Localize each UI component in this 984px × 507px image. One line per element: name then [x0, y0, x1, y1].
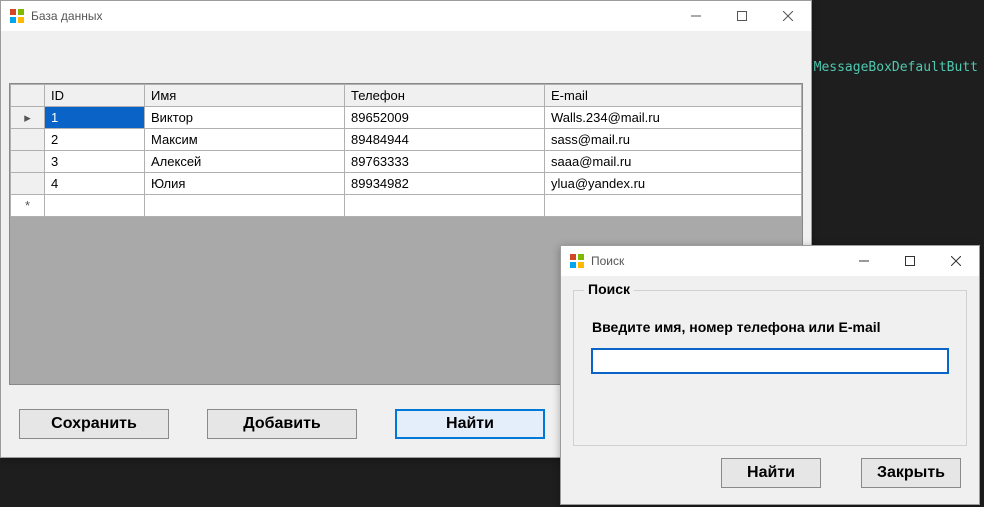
cell-email[interactable]: sass@mail.ru [545, 129, 802, 151]
cell-id[interactable]: 4 [45, 173, 145, 195]
close-button[interactable] [933, 246, 979, 276]
cell-empty[interactable] [545, 195, 802, 217]
row-header[interactable] [11, 129, 45, 151]
search-prompt: Введите имя, номер телефона или E-mail [592, 319, 881, 335]
minimize-button[interactable] [841, 246, 887, 276]
table-row[interactable]: 2Максим89484944sass@mail.ru [11, 129, 802, 151]
cell-name[interactable]: Максим [145, 129, 345, 151]
cell-phone[interactable]: 89652009 [345, 107, 545, 129]
row-header[interactable] [11, 151, 45, 173]
cell-phone[interactable]: 89934982 [345, 173, 545, 195]
cell-name[interactable]: Юлия [145, 173, 345, 195]
col-header-name[interactable]: Имя [145, 85, 345, 107]
cell-phone[interactable]: 89763333 [345, 151, 545, 173]
main-title: База данных [31, 9, 673, 23]
row-header[interactable] [11, 173, 45, 195]
table-row[interactable]: 4Юлия89934982ylua@yandex.ru [11, 173, 802, 195]
app-icon [9, 8, 25, 24]
cell-name[interactable]: Виктор [145, 107, 345, 129]
search-find-button[interactable]: Найти [721, 458, 821, 488]
cell-empty[interactable] [145, 195, 345, 217]
col-header-email[interactable]: E-mail [545, 85, 802, 107]
search-input[interactable] [592, 349, 948, 373]
main-buttons-row: Сохранить Добавить Найти [19, 409, 545, 439]
datagrid[interactable]: ID Имя Телефон E-mail ▸1Виктор89652009Wa… [10, 84, 802, 217]
cell-email[interactable]: ylua@yandex.ru [545, 173, 802, 195]
cell-id[interactable]: 1 [45, 107, 145, 129]
cell-empty[interactable] [345, 195, 545, 217]
cell-name[interactable]: Алексей [145, 151, 345, 173]
row-header-new[interactable]: * [11, 195, 45, 217]
main-window-controls [673, 1, 811, 31]
search-buttons-row: Найти Закрыть [721, 458, 961, 488]
add-button[interactable]: Добавить [207, 409, 357, 439]
minimize-button[interactable] [673, 1, 719, 31]
search-title: Поиск [591, 254, 841, 268]
search-groupbox: Поиск Введите имя, номер телефона или E-… [573, 290, 967, 446]
col-header-id[interactable]: ID [45, 85, 145, 107]
row-header-corner[interactable] [11, 85, 45, 107]
row-header[interactable]: ▸ [11, 107, 45, 129]
table-new-row[interactable]: * [11, 195, 802, 217]
cell-email[interactable]: saaa@mail.ru [545, 151, 802, 173]
cell-email[interactable]: Walls.234@mail.ru [545, 107, 802, 129]
search-window: Поиск Поиск Введите имя, номер телефона … [560, 245, 980, 505]
find-button[interactable]: Найти [395, 409, 545, 439]
col-header-phone[interactable]: Телефон [345, 85, 545, 107]
maximize-button[interactable] [719, 1, 765, 31]
cell-id[interactable]: 2 [45, 129, 145, 151]
close-button[interactable] [765, 1, 811, 31]
search-titlebar[interactable]: Поиск [561, 246, 979, 276]
table-row[interactable]: ▸1Виктор89652009Walls.234@mail.ru [11, 107, 802, 129]
cell-id[interactable]: 3 [45, 151, 145, 173]
app-icon [569, 253, 585, 269]
cell-phone[interactable]: 89484944 [345, 129, 545, 151]
table-row[interactable]: 3Алексей89763333saaa@mail.ru [11, 151, 802, 173]
cell-empty[interactable] [45, 195, 145, 217]
main-titlebar[interactable]: База данных [1, 1, 811, 31]
search-close-button[interactable]: Закрыть [861, 458, 961, 488]
search-window-controls [841, 246, 979, 276]
search-group-label: Поиск [584, 281, 634, 297]
save-button[interactable]: Сохранить [19, 409, 169, 439]
maximize-button[interactable] [887, 246, 933, 276]
